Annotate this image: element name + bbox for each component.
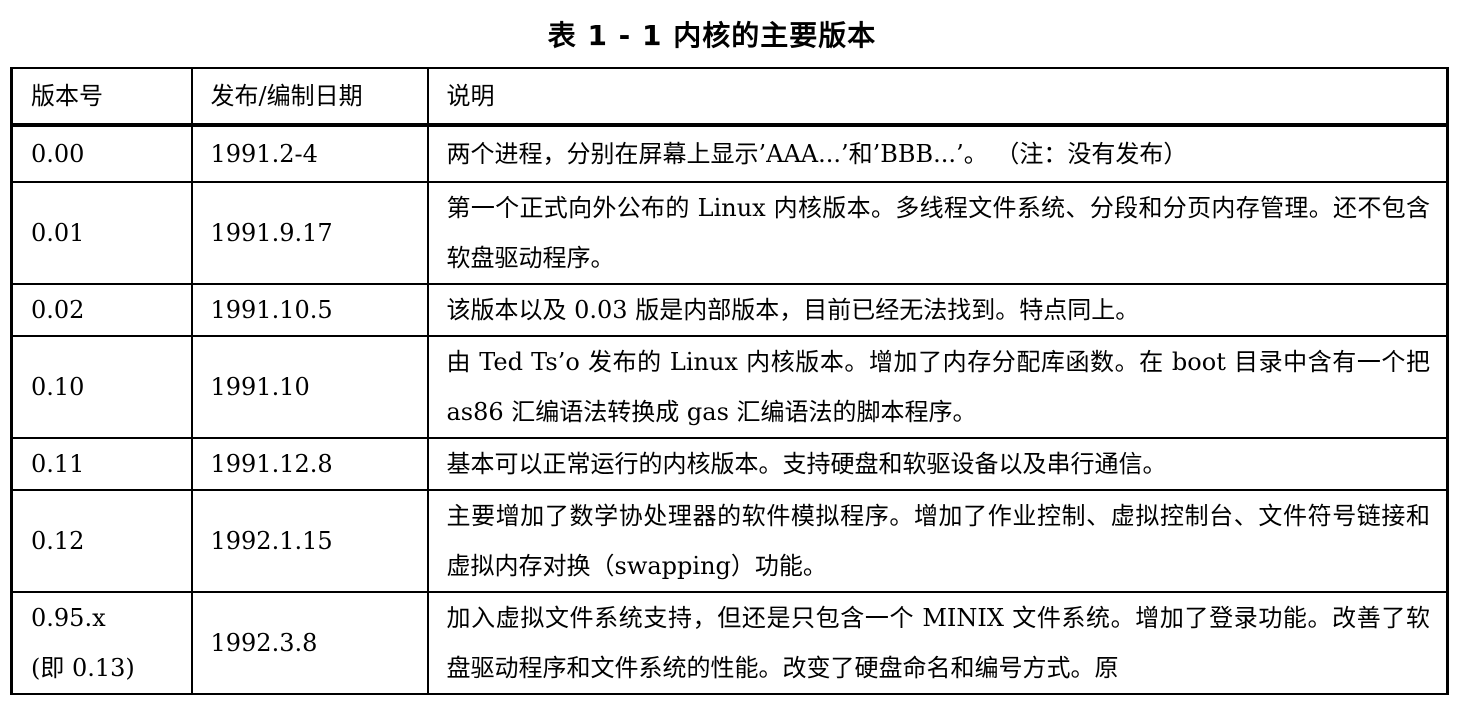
table-row: 0.01 1991.9.17 第一个正式向外公布的 Linux 内核版本。多线程… bbox=[10, 181, 1449, 285]
kernel-versions-table: 版本号 发布/编制日期 说明 0.00 1991.2-4 两个进程，分别在屏幕上… bbox=[10, 67, 1449, 695]
version-cell: 0.95.x (即 0.13) bbox=[10, 591, 193, 695]
column-header-description: 说明 bbox=[426, 67, 1449, 127]
description-cell: 第一个正式向外公布的 Linux 内核版本。多线程文件系统、分段和分页内存管理。… bbox=[426, 181, 1449, 285]
description-cell: 基本可以正常运行的内核版本。支持硬盘和软驱设备以及串行通信。 bbox=[426, 437, 1449, 491]
version-cell: 0.12 bbox=[10, 489, 193, 593]
date-cell: 1991.12.8 bbox=[190, 437, 429, 491]
date-cell: 1991.2-4 bbox=[190, 124, 429, 183]
date-cell: 1991.10 bbox=[190, 335, 429, 439]
table-row: 0.11 1991.12.8 基本可以正常运行的内核版本。支持硬盘和软驱设备以及… bbox=[10, 437, 1449, 491]
column-header-date: 发布/编制日期 bbox=[190, 67, 429, 127]
description-cell: 由 Ted Ts’o 发布的 Linux 内核版本。增加了内存分配库函数。在 b… bbox=[426, 335, 1449, 439]
date-cell: 1991.9.17 bbox=[190, 181, 429, 285]
table-caption: 表 1 - 1 内核的主要版本 bbox=[547, 19, 877, 52]
version-number: 0.95.x bbox=[31, 604, 106, 632]
table-row: 0.02 1991.10.5 该版本以及 0.03 版是内部版本，目前已经无法找… bbox=[10, 283, 1449, 337]
description-cell: 主要增加了数学协处理器的软件模拟程序。增加了作业控制、虚拟控制台、文件符号链接和… bbox=[426, 489, 1449, 593]
version-note: (即 0.13) bbox=[31, 654, 135, 682]
description-cell: 两个进程，分别在屏幕上显示’AAA...’和’BBB...’。 （注：没有发布） bbox=[426, 124, 1449, 183]
date-cell: 1991.10.5 bbox=[190, 283, 429, 337]
table-row: 0.12 1992.1.15 主要增加了数学协处理器的软件模拟程序。增加了作业控… bbox=[10, 489, 1449, 593]
version-cell: 0.01 bbox=[10, 181, 193, 285]
date-cell: 1992.3.8 bbox=[190, 591, 429, 695]
table-row: 0.95.x (即 0.13) 1992.3.8 加入虚拟文件系统支持，但还是只… bbox=[10, 591, 1449, 695]
date-cell: 1992.1.15 bbox=[190, 489, 429, 593]
table-row: 0.10 1991.10 由 Ted Ts’o 发布的 Linux 内核版本。增… bbox=[10, 335, 1449, 439]
version-cell: 0.00 bbox=[10, 124, 193, 183]
column-header-version: 版本号 bbox=[10, 67, 193, 127]
table-header-row: 版本号 发布/编制日期 说明 bbox=[10, 67, 1449, 127]
version-cell: 0.11 bbox=[10, 437, 193, 491]
version-cell: 0.02 bbox=[10, 283, 193, 337]
version-cell: 0.10 bbox=[10, 335, 193, 439]
description-cell: 加入虚拟文件系统支持，但还是只包含一个 MINIX 文件系统。增加了登录功能。改… bbox=[426, 591, 1449, 695]
description-cell: 该版本以及 0.03 版是内部版本，目前已经无法找到。特点同上。 bbox=[426, 283, 1449, 337]
table-row: 0.00 1991.2-4 两个进程，分别在屏幕上显示’AAA...’和’BBB… bbox=[10, 124, 1449, 183]
